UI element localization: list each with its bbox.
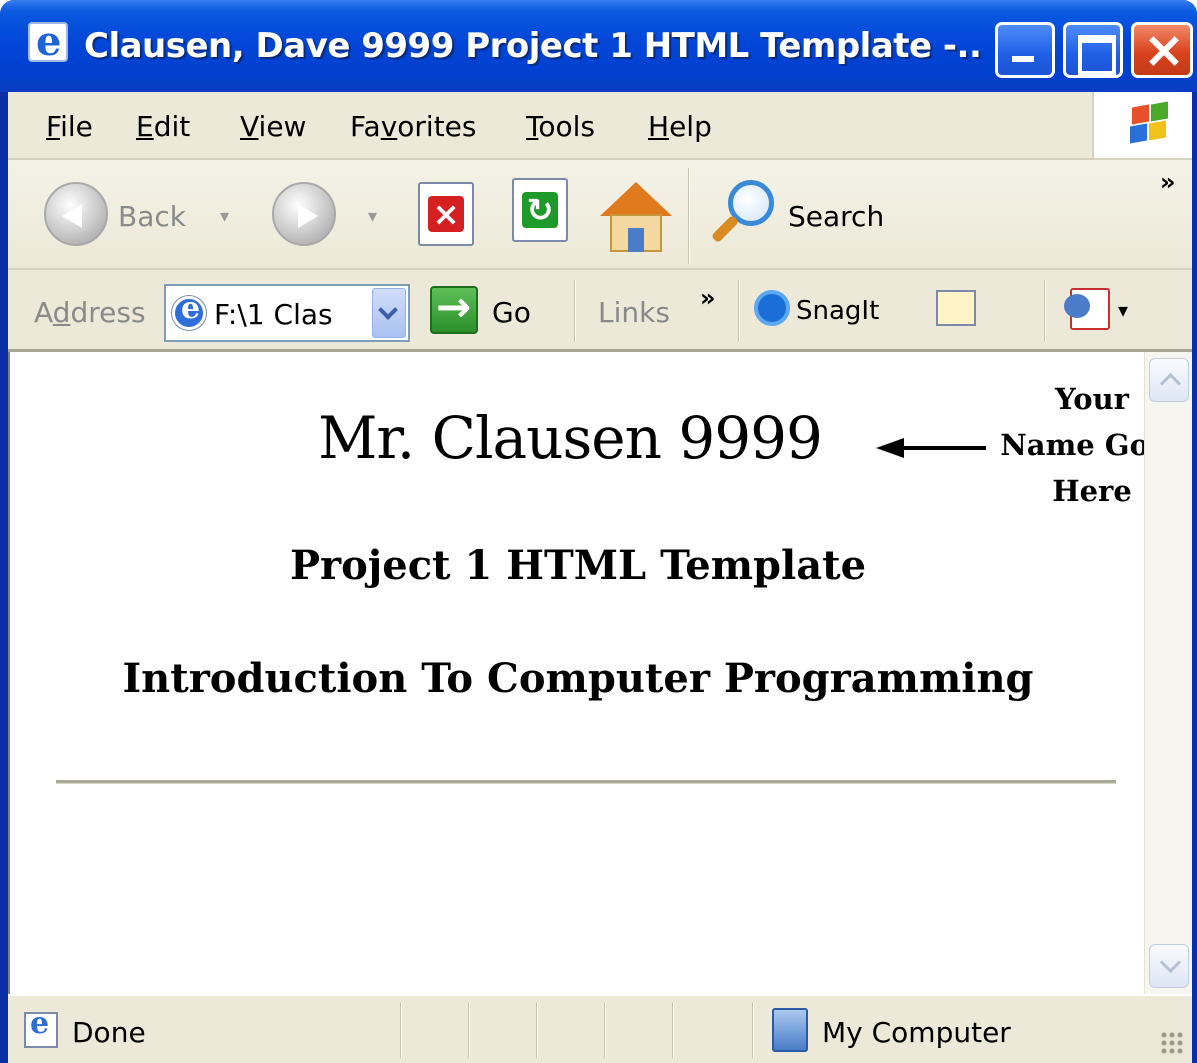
links-label[interactable]: Links	[598, 296, 670, 329]
menu-edit[interactable]: Edit	[136, 110, 190, 143]
status-divider	[536, 1002, 538, 1058]
toolbar-more-chevron-icon[interactable]: »	[1160, 168, 1176, 196]
snagit-icon[interactable]	[754, 290, 790, 326]
home-door-icon	[628, 228, 644, 252]
status-divider	[468, 1002, 470, 1058]
resize-grip-icon[interactable]	[1160, 1031, 1184, 1055]
refresh-icon: ↻	[522, 192, 558, 228]
refresh-button[interactable]: ↻	[512, 178, 568, 242]
maximize-button[interactable]	[1063, 22, 1123, 78]
page-subtitle: Project 1 HTML Template	[289, 542, 867, 589]
scroll-up-icon[interactable]	[1149, 358, 1189, 402]
menu-file[interactable]: File	[46, 110, 93, 143]
menu-bar: File Edit View Favorites Tools Help	[8, 92, 1192, 160]
browser-window: Clausen, Dave 9999 Project 1 HTML Templa…	[0, 0, 1197, 1063]
scroll-down-icon[interactable]	[1149, 944, 1189, 988]
address-label: Address	[34, 296, 146, 329]
annotation-arrow-icon	[876, 438, 986, 458]
status-bar: Done My Computer	[8, 994, 1192, 1063]
pdf-divider	[1044, 280, 1046, 342]
status-divider	[400, 1002, 402, 1058]
flag-yellow	[1149, 120, 1166, 141]
search-handle-icon	[710, 214, 740, 244]
go-arrow-icon[interactable]	[430, 282, 478, 334]
close-button[interactable]	[1131, 22, 1193, 78]
go-button[interactable]: Go	[492, 296, 531, 329]
flag-blue	[1130, 123, 1147, 144]
address-dropdown-icon[interactable]	[372, 288, 406, 338]
page-status-icon	[24, 1006, 58, 1048]
pdf-convert-icon[interactable]	[1064, 288, 1110, 330]
page-content: Mr. Clausen 9999 Your Name Goes Here Pro…	[8, 352, 1192, 994]
snagit-capture-icon[interactable]	[936, 290, 976, 326]
menu-help[interactable]: Help	[648, 110, 712, 143]
back-dropdown-icon[interactable]: ▾	[220, 206, 229, 227]
page-course-title: Introduction To Computer Programming	[122, 655, 1034, 702]
menu-favorites[interactable]: Favorites	[350, 110, 477, 143]
status-divider	[752, 1002, 754, 1058]
status-text: Done	[72, 1016, 146, 1049]
horizontal-rule	[56, 780, 1116, 784]
status-divider	[672, 1002, 674, 1058]
standard-toolbar: Back ▾ ▾ × ↻ Search »	[8, 160, 1192, 270]
back-label[interactable]: Back	[118, 200, 186, 233]
ie-page-icon	[172, 291, 206, 330]
forward-button[interactable]	[272, 182, 336, 246]
windows-logo-icon	[1092, 92, 1192, 158]
menu-tools[interactable]: Tools	[526, 110, 595, 143]
address-value[interactable]: F:\1 Clas	[214, 298, 333, 331]
links-more-chevron-icon[interactable]: »	[700, 284, 716, 312]
window-title: Clausen, Dave 9999 Project 1 HTML Templa…	[84, 26, 984, 66]
toolbar-divider	[688, 168, 690, 264]
back-button[interactable]	[44, 182, 108, 246]
status-divider	[604, 1002, 606, 1058]
address-divider	[574, 280, 576, 342]
annotation-arrow-line	[898, 446, 986, 450]
stop-icon: ×	[428, 196, 464, 232]
search-label[interactable]: Search	[788, 200, 884, 233]
pdf-dropdown-icon[interactable]: ▾	[1118, 298, 1128, 322]
home-roof-icon	[600, 182, 672, 216]
address-bar: Address F:\1 Clas Go Links » SnagIt ▾	[8, 270, 1192, 352]
title-bar[interactable]: Clausen, Dave 9999 Project 1 HTML Templa…	[0, 0, 1197, 92]
page-name-heading: Mr. Clausen 9999	[318, 404, 823, 472]
minimize-button[interactable]	[995, 22, 1055, 78]
search-icon[interactable]	[706, 180, 778, 252]
snagit-button[interactable]: SnagIt	[796, 296, 879, 326]
home-button[interactable]	[600, 182, 672, 254]
flag-red	[1132, 104, 1149, 125]
address-input[interactable]: F:\1 Clas	[164, 284, 410, 342]
ie-page-icon[interactable]	[28, 18, 68, 65]
flag-green	[1151, 101, 1168, 122]
my-computer-icon	[772, 1008, 808, 1052]
stop-button[interactable]: ×	[418, 182, 474, 246]
links-divider	[738, 280, 740, 342]
forward-dropdown-icon[interactable]: ▾	[368, 206, 377, 227]
vertical-scrollbar[interactable]	[1144, 352, 1192, 994]
menu-view[interactable]: View	[240, 110, 306, 143]
security-zone: My Computer	[822, 1016, 1011, 1049]
